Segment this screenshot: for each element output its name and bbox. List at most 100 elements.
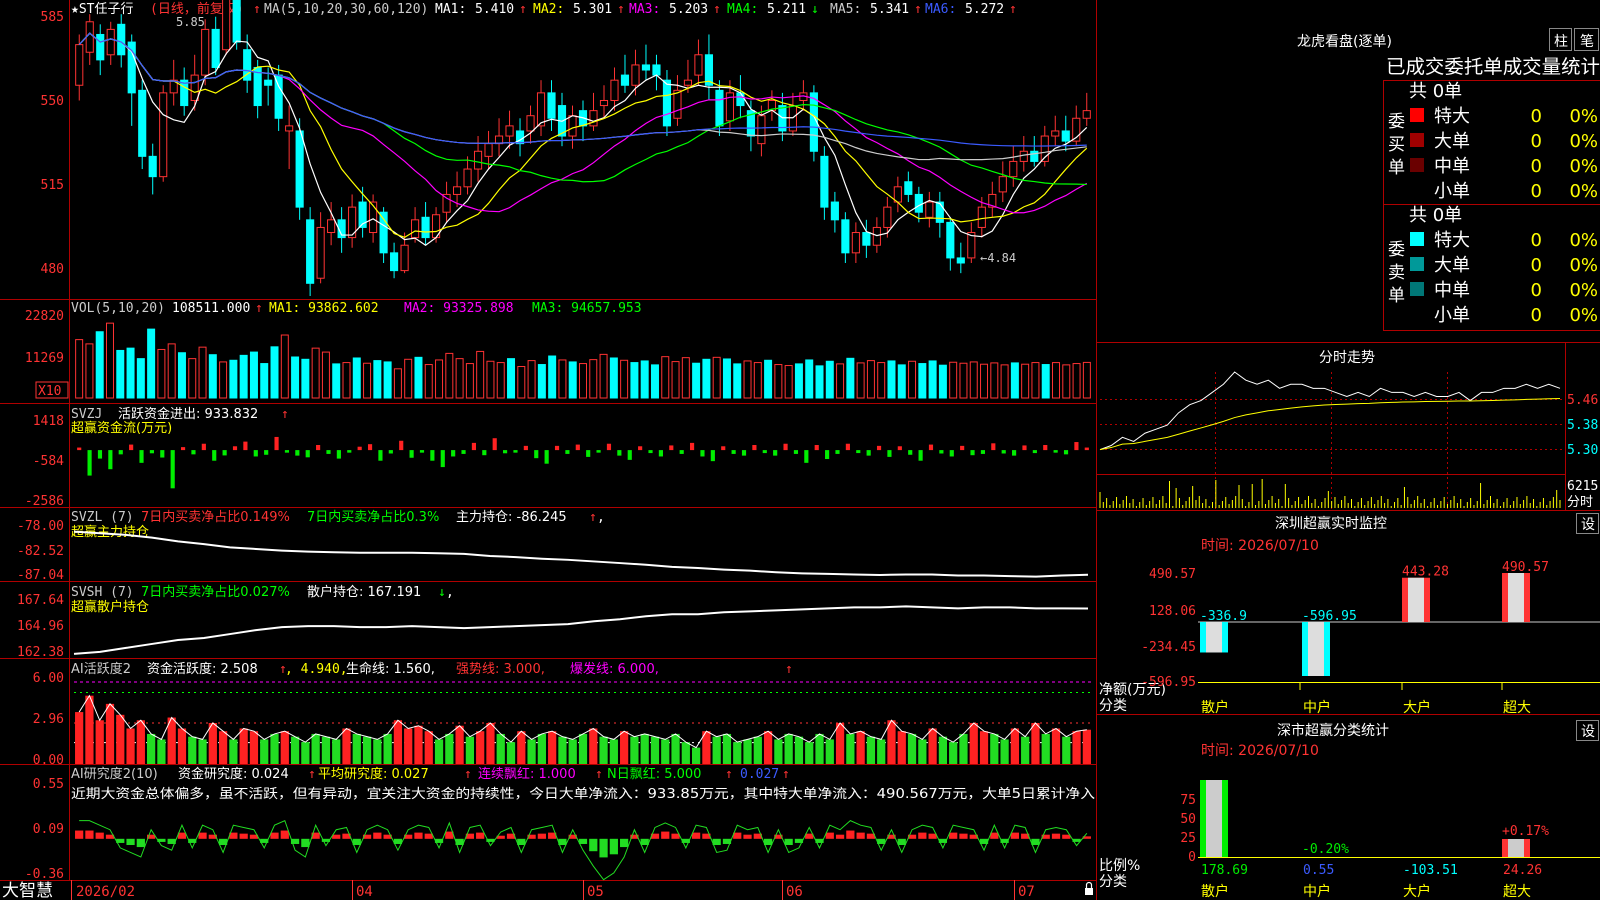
volume-bar: [568, 361, 577, 399]
activity-bar: [877, 739, 886, 764]
candle: [935, 201, 944, 223]
ma-legend: MA1: 5.410 ↑ MA2: 5.301 ↑ MA3: 5.203 ↑ MA4: 5.211 ↓…: [435, 2, 1017, 17]
candle: [568, 115, 577, 137]
volume-bar: [126, 347, 135, 399]
research-bar: [301, 838, 310, 848]
research-line: [79, 819, 1088, 881]
fund-flow-bar: [669, 445, 674, 451]
research-bar: [177, 832, 187, 839]
fund-flow-bar: [409, 450, 414, 458]
research-bar: [126, 838, 135, 846]
intraday-title: 分时走势: [1319, 350, 1375, 366]
candle: [683, 79, 693, 86]
buy-total: 共 0单: [1409, 81, 1462, 102]
stats-value: 178.69: [1201, 863, 1248, 878]
volume-bar: [784, 365, 793, 399]
volume-bar: [805, 359, 814, 399]
candle: [222, 0, 231, 51]
activity-bar: [136, 720, 145, 764]
volume-bar: [424, 364, 433, 399]
volume-bar: [198, 346, 207, 399]
activity-bar: [95, 720, 104, 764]
fund-flow-bar: [908, 450, 913, 455]
candle: [117, 23, 126, 56]
vol-unit[interactable]: X10: [38, 384, 61, 399]
volume-bar: [95, 331, 104, 399]
activity-bar: [260, 739, 269, 764]
research-bar: [75, 830, 84, 839]
ai2-tick: 0.55: [33, 777, 64, 792]
volume-bar: [332, 363, 341, 399]
fund-flow-bar: [367, 444, 373, 451]
fund-flow-bar: [264, 450, 269, 455]
candle: [285, 125, 294, 132]
candle: [662, 79, 672, 127]
stock-name[interactable]: ★ST任子行: [71, 2, 133, 17]
tab-tick-view-label[interactable]: 笔: [1580, 34, 1594, 50]
research-bar: [918, 832, 927, 839]
activity-bar: [85, 695, 94, 764]
volume-bar: [393, 368, 402, 399]
fund-flow-bar: [586, 450, 591, 457]
stats-xlabel: 分类: [1099, 874, 1127, 890]
monitor-ytick: 128.06: [1149, 604, 1196, 619]
lock-icon[interactable]: [1085, 881, 1093, 896]
activity-bar: [198, 739, 207, 764]
svsh-tick: 162.38: [17, 645, 64, 660]
sell-row-label: 特大: [1434, 230, 1470, 251]
research-bar: [95, 832, 104, 839]
volume-bar: [753, 362, 762, 399]
monitor-bar-chart: -336.9 散户 -596.95 中户 443.28 大户 490.57 超大: [1198, 560, 1600, 716]
candle: [148, 155, 157, 178]
stats-ytick: 0: [1188, 850, 1196, 865]
volume-bar: [702, 358, 711, 399]
monitor-settings-label[interactable]: 设: [1581, 517, 1595, 533]
ai1-tick: 0.00: [33, 753, 64, 768]
tab-bar-view-label[interactable]: 柱: [1554, 34, 1568, 50]
fund-flow-bar: [295, 450, 300, 456]
volume-bar: [990, 362, 999, 399]
research-bar: [856, 832, 865, 839]
svzj-tick: -584: [33, 454, 64, 469]
fund-flow-bar: [534, 450, 539, 459]
candle: [75, 44, 84, 86]
intraday-tick: 5.30: [1567, 443, 1598, 458]
volume-bar: [794, 363, 803, 399]
fund-flow-bar: [77, 447, 82, 451]
volume-bar: [908, 360, 917, 399]
fund-flow-bar: [700, 450, 705, 457]
research-bar: [897, 838, 906, 846]
dragon-header: 已成交委托单成交量统计: [1386, 56, 1600, 78]
volume-bar: [1021, 363, 1030, 399]
activity-bar: [620, 731, 629, 764]
volume-bar: [764, 359, 773, 399]
activity-bar: [517, 731, 526, 764]
stats-settings-label[interactable]: 设: [1581, 724, 1595, 740]
activity-bar: [753, 736, 762, 764]
activity-bar: [1051, 728, 1061, 764]
monitor-xlabel: 分类: [1099, 698, 1127, 714]
research-bar: [517, 838, 526, 846]
price-axis: 585 550 515 480: [41, 10, 64, 277]
activity-bar: [599, 736, 608, 764]
research-bar: [352, 838, 361, 846]
candlestick-series[interactable]: [75, 0, 1091, 296]
svzj-tick: 1418: [33, 414, 64, 429]
stats-ytick: 50: [1180, 812, 1196, 827]
monitor-ytick: 490.57: [1149, 567, 1196, 582]
sell-side-char-3: 单: [1388, 286, 1405, 306]
candle: [327, 219, 336, 234]
volume-bar: [815, 365, 824, 399]
volume-bar: [969, 361, 978, 399]
ai2-arrow-4: ↑: [725, 767, 733, 782]
research-bar: [136, 838, 145, 848]
activity-bar: [445, 733, 454, 764]
research-bar: [640, 838, 649, 846]
volume-bar: [507, 358, 516, 399]
dragon-order-stats: 共 0单特大 0 0%大单 0 0%中单 0 0%小单 0 0%共 0单特大 0 0%大单 0 0%中单…: [1409, 81, 1598, 326]
date-axis: 2026/02 04 05 06 07: [71, 880, 1035, 900]
volume-bar: [692, 362, 701, 399]
research-bar: [928, 833, 937, 839]
volume-bar: [846, 357, 855, 399]
stats-category: 大户: [1403, 883, 1431, 900]
